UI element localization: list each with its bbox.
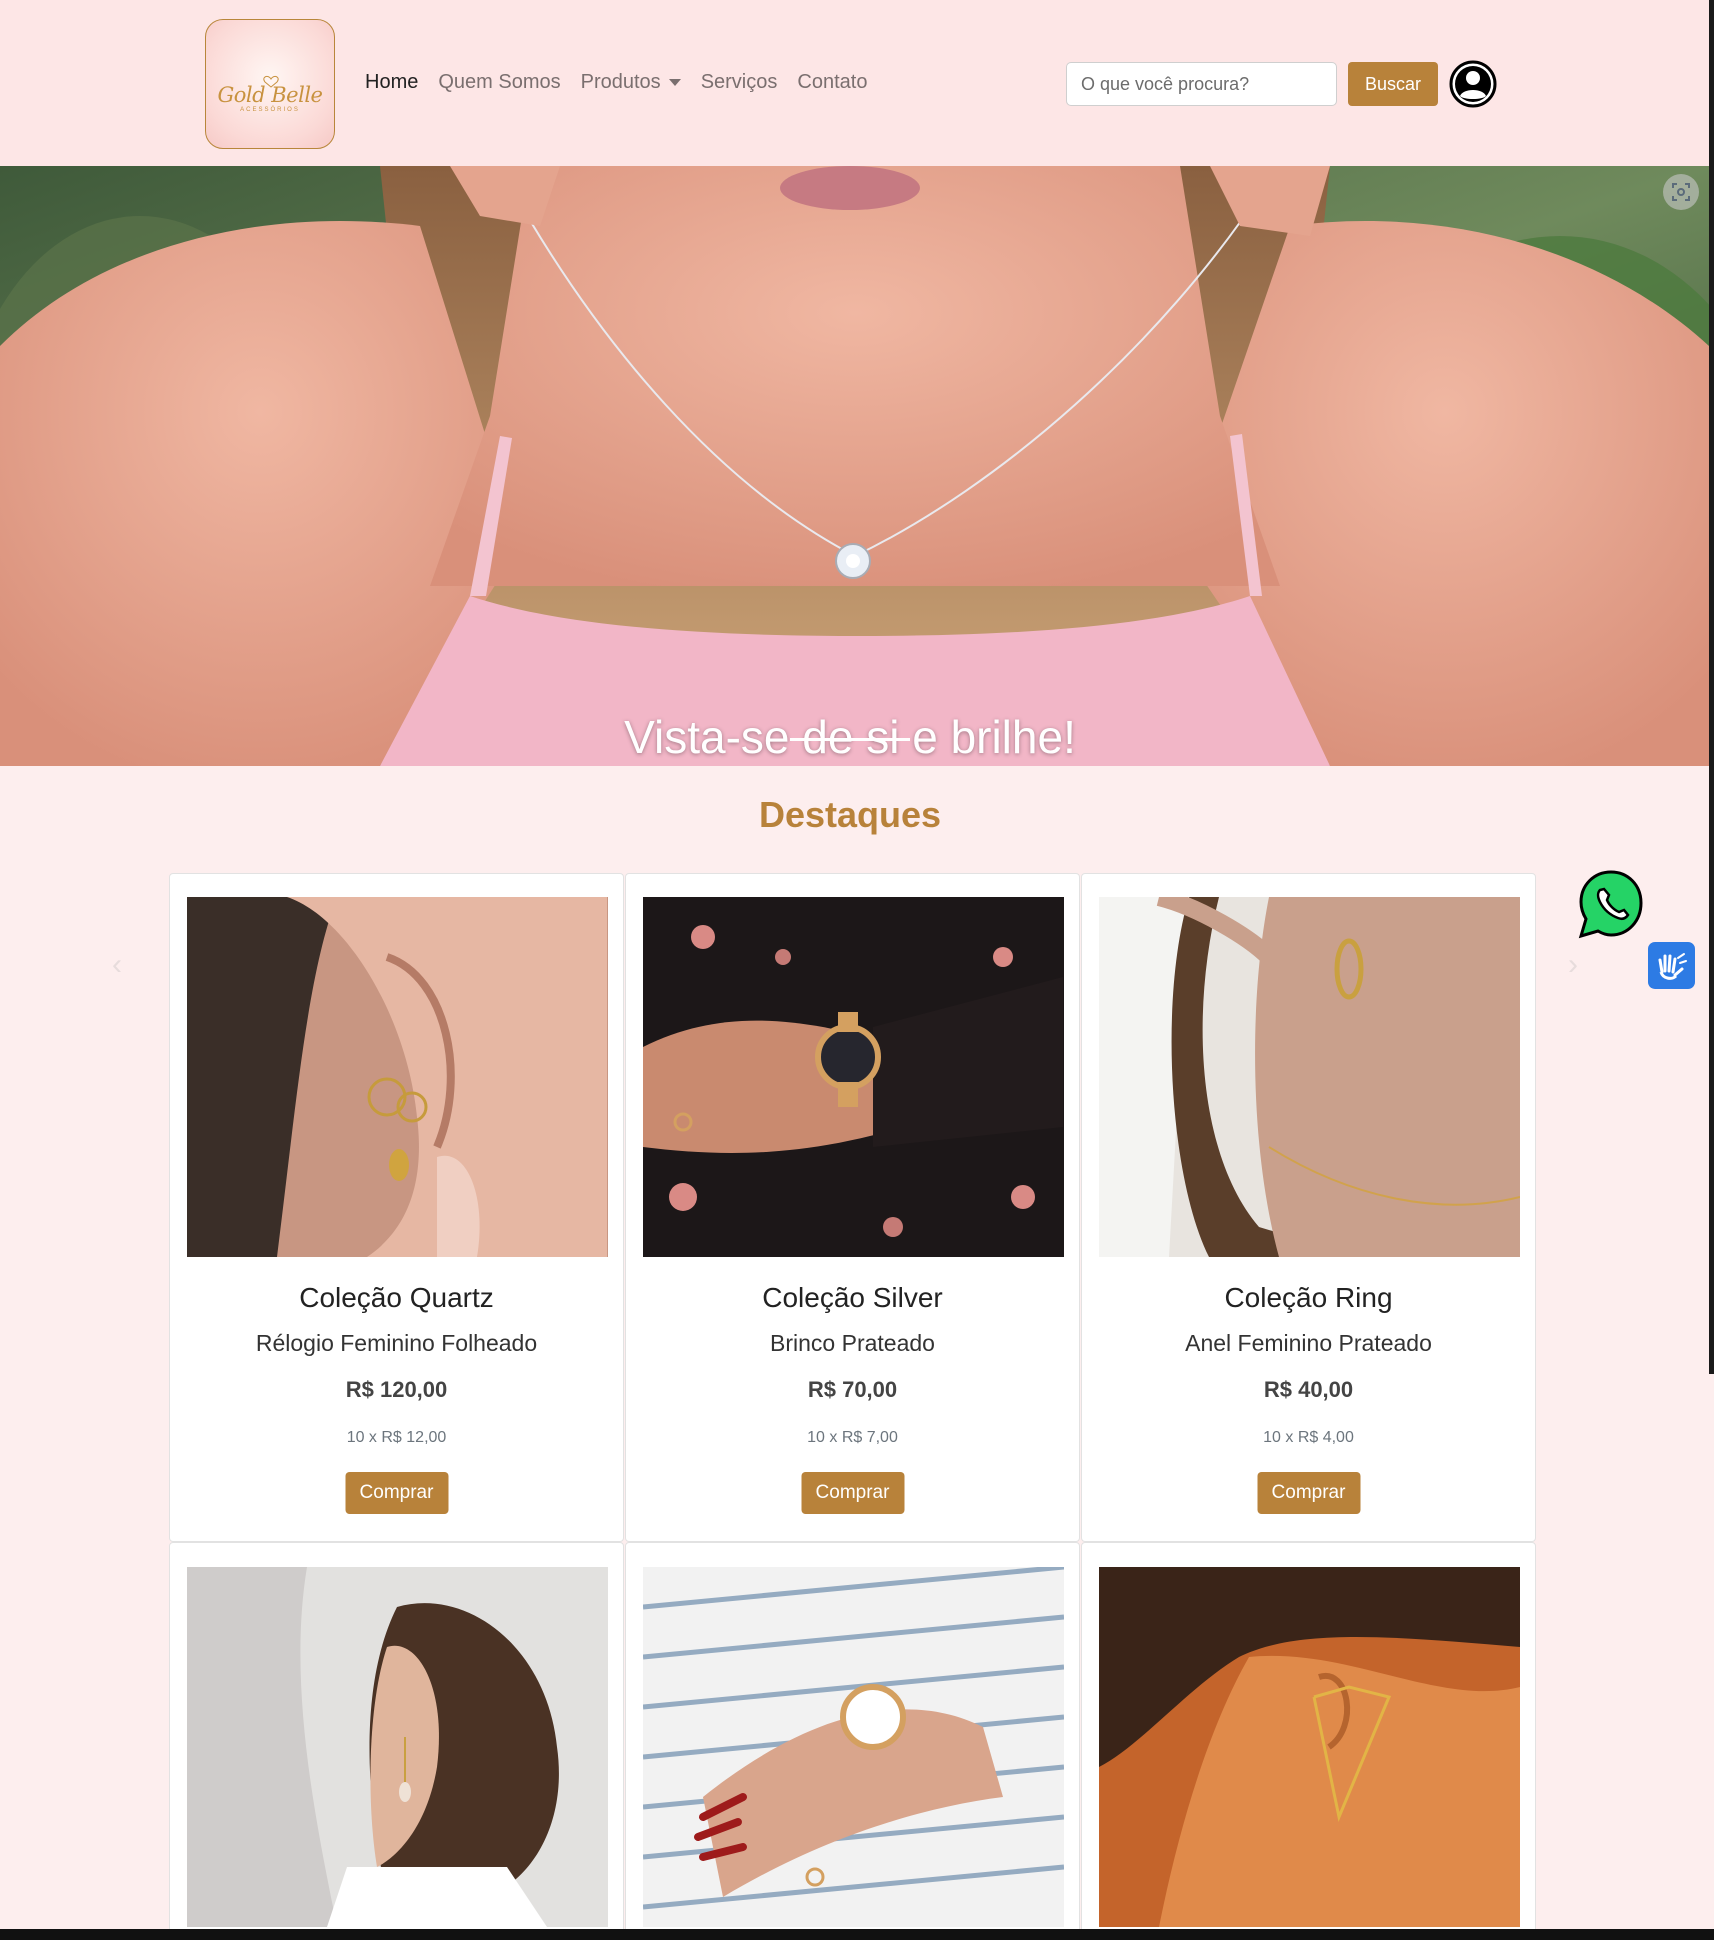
product-name: Anel Feminino Prateado <box>1185 1330 1432 1356</box>
product-collection: Coleção Silver <box>762 1282 943 1313</box>
product-price: R$ 40,00 <box>1263 1377 1354 1402</box>
hero-image <box>0 166 1709 766</box>
product-image[interactable] <box>187 1567 608 1927</box>
nav-produtos[interactable]: Produtos <box>581 71 681 94</box>
nav-home[interactable]: Home <box>365 71 418 94</box>
page: Gold Belle ACESSÓRIOS Home Quem Somos Pr… <box>0 0 1709 1940</box>
site-header: Gold Belle ACESSÓRIOS Home Quem Somos Pr… <box>0 0 1709 166</box>
product-image[interactable] <box>1099 1567 1520 1927</box>
product-card: Coleção Silver Brinco Prateado R$ 70,00 … <box>625 873 1080 1542</box>
nav-contato[interactable]: Contato <box>797 71 867 94</box>
hero-caption: Vista-se de si e brilhe! <box>624 711 1076 763</box>
whatsapp-icon[interactable] <box>1576 868 1646 940</box>
product-card <box>1081 1542 1536 1940</box>
buy-button[interactable]: Comprar <box>801 1472 904 1514</box>
nav-servicos[interactable]: Serviços <box>701 71 778 94</box>
search-button[interactable]: Buscar <box>1348 62 1438 106</box>
user-circle-icon[interactable] <box>1449 60 1497 108</box>
product-card <box>625 1542 1080 1940</box>
product-installments: 10 x R$ 12,00 <box>346 1429 447 1446</box>
product-card: Coleção Quartz Rélogio Feminino Folheado… <box>169 873 624 1542</box>
chevron-left-icon[interactable]: ‹ <box>112 948 122 982</box>
product-installments: 10 x R$ 4,00 <box>1263 1429 1354 1446</box>
main-nav: Home Quem Somos Produtos Serviços Contat… <box>365 71 887 94</box>
product-installments: 10 x R$ 7,00 <box>807 1429 898 1446</box>
product-image[interactable] <box>643 1567 1064 1927</box>
product-price: R$ 120,00 <box>345 1377 448 1402</box>
search-input[interactable] <box>1066 62 1337 106</box>
product-collection: Coleção Quartz <box>299 1282 494 1313</box>
logo-wordmark: Gold Belle <box>217 83 323 107</box>
product-card: Coleção Ring Anel Feminino Prateado R$ 4… <box>1081 873 1536 1542</box>
window-bottom-edge <box>0 1929 1714 1940</box>
product-image[interactable] <box>1099 897 1520 1257</box>
product-image[interactable] <box>187 897 608 1257</box>
buy-button[interactable]: Comprar <box>1257 1472 1360 1514</box>
sign-language-icon[interactable] <box>1648 942 1695 989</box>
product-image[interactable] <box>643 897 1064 1257</box>
product-card <box>169 1542 624 1940</box>
screen-capture-icon[interactable] <box>1663 174 1699 210</box>
product-collection: Coleção Ring <box>1224 1282 1393 1313</box>
product-name: Brinco Prateado <box>770 1330 935 1356</box>
buy-button[interactable]: Comprar <box>345 1472 448 1514</box>
nav-quem-somos[interactable]: Quem Somos <box>438 71 560 94</box>
brand-logo[interactable]: Gold Belle ACESSÓRIOS <box>205 19 335 149</box>
hero-banner: Vista-se de si e brilhe! <box>0 166 1709 766</box>
logo-tagline: ACESSÓRIOS <box>240 107 300 113</box>
section-title-destaques: Destaques <box>758 794 942 835</box>
product-name: Rélogio Feminino Folheado <box>255 1330 538 1356</box>
nav-produtos-label: Produtos <box>580 71 661 93</box>
caret-down-icon <box>668 79 681 87</box>
caption-strike-line <box>790 738 910 741</box>
chevron-right-icon[interactable]: › <box>1568 948 1578 982</box>
product-price: R$ 70,00 <box>807 1377 898 1402</box>
vertical-scrollbar[interactable] <box>1709 0 1714 1374</box>
